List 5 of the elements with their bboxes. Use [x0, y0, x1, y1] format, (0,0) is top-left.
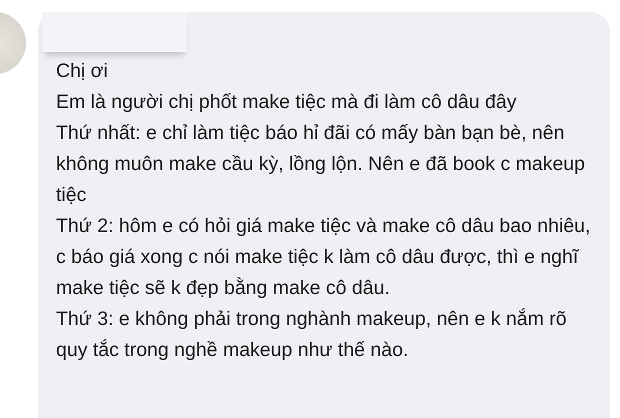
message-text: Em là người chị phốt make tiệc mà đi làm cô dâu đây [56, 90, 518, 115]
message-text: Thứ nhất: e chỉ làm tiệc báo hỉ đãi có mấy bàn bạn bè, nên không muôn make cầu kỳ, lồng lộn. Nên e đã book c makeup tiệc [56, 121, 586, 208]
message-text: Chị ơi [56, 59, 109, 84]
message-text: Thứ 3: e không phải trong nghành makeup, nên e k nắm rõ quy tắc trong nghề makeup như thế nào. [56, 307, 568, 363]
message-text: Thứ 2: hôm e có hỏi giá make tiệc và make cô dâu bao nhiêu, c báo giá xong c nói make tiệc k làm cô dâu được, thì e nghĩ make tiệc sẽ k đẹp bằng make cô dâu. [56, 214, 591, 301]
